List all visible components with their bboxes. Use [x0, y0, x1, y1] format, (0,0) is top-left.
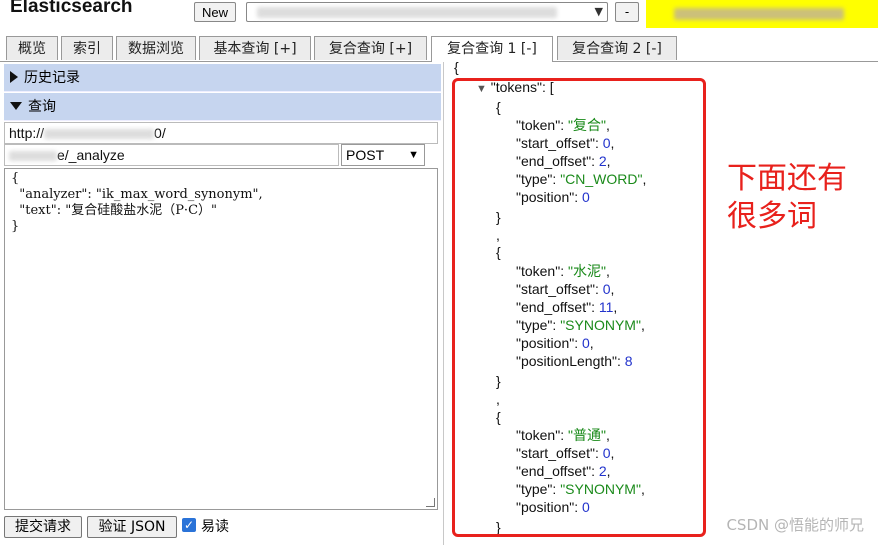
server-url-input[interactable]: http://0/: [4, 122, 438, 144]
tab-indices[interactable]: 索引: [61, 36, 113, 60]
method-select[interactable]: POST ▼: [341, 144, 425, 166]
annotation-text: 下面还有 很多词: [727, 161, 847, 234]
query-panel: 历史记录 查询 http://0/ e/_analyze POST ▼ { "an…: [4, 64, 441, 545]
json-brace: {: [454, 59, 459, 75]
app-title: Elasticsearch: [10, 0, 133, 17]
new-button[interactable]: New: [194, 2, 236, 22]
tab-compound-query-1[interactable]: 复合查询 1 [-]: [431, 36, 553, 62]
editor-line: "text": "复合硅酸盐水泥（P·C）": [11, 203, 217, 218]
query-section[interactable]: 查询: [4, 93, 441, 121]
submit-request-button[interactable]: 提交请求: [4, 516, 82, 538]
editor-line: "analyzer": "ik_max_word_synonym",: [11, 187, 263, 202]
tab-overview[interactable]: 概览: [6, 36, 58, 60]
tab-compound-query[interactable]: 复合查询 [+]: [314, 36, 427, 60]
query-label: 查询: [28, 99, 56, 115]
validate-json-button[interactable]: 验证 JSON: [87, 516, 177, 538]
disconnect-button[interactable]: -: [615, 2, 639, 22]
expanded-triangle-icon: [10, 102, 22, 110]
cluster-url-select[interactable]: ▼: [246, 2, 608, 22]
tab-browser[interactable]: 数据浏览: [116, 36, 196, 60]
tab-compound-query-2[interactable]: 复合查询 2 [-]: [557, 36, 677, 60]
tab-basic-query[interactable]: 基本查询 [+]: [199, 36, 311, 60]
path-input[interactable]: e/_analyze: [4, 144, 339, 166]
highlight-frame: [452, 78, 706, 537]
history-label: 历史记录: [24, 70, 80, 86]
redacted-url: [257, 7, 557, 18]
pretty-checkbox[interactable]: ✓: [182, 518, 196, 532]
query-body-editor[interactable]: { "analyzer": "ik_max_word_synonym", "te…: [4, 168, 438, 510]
collapsed-triangle-icon: [10, 71, 18, 83]
panel-divider[interactable]: [443, 62, 444, 545]
chevron-down-icon: ▼: [408, 149, 419, 161]
tab-bar: 概览 索引 数据浏览 基本查询 [+] 复合查询 [+] 复合查询 1 [-] …: [0, 33, 878, 62]
watermark: CSDN @悟能的师兄: [726, 516, 864, 534]
history-section[interactable]: 历史记录: [4, 64, 441, 92]
redacted-cluster-status: [646, 0, 878, 28]
chevron-down-icon: ▼: [594, 5, 603, 18]
editor-line: }: [11, 219, 20, 234]
editor-line: {: [11, 171, 20, 186]
resize-handle[interactable]: [426, 498, 435, 507]
pretty-label: 易读: [201, 519, 229, 535]
